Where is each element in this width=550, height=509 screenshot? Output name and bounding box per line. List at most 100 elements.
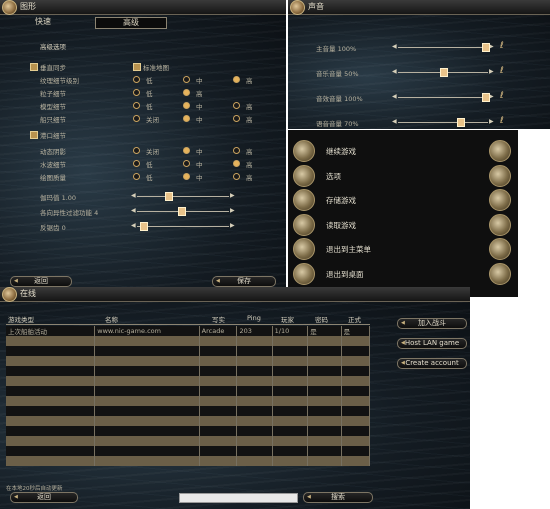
slider-track[interactable] — [137, 226, 229, 227]
slider-track[interactable] — [398, 122, 488, 123]
table-cell — [341, 456, 371, 466]
table-cell — [341, 446, 371, 456]
option-radio[interactable] — [233, 173, 240, 180]
column-header[interactable]: 名称 — [105, 314, 118, 324]
menu-item[interactable]: 退出到桌面 — [326, 269, 364, 280]
menu-item[interactable]: 退出到主菜单 — [326, 244, 371, 255]
graphics-titlebar: 图形 — [0, 0, 286, 15]
port-detail-checkbox[interactable] — [30, 131, 38, 139]
option-radio[interactable] — [183, 89, 190, 96]
table-row[interactable] — [6, 426, 371, 436]
option-radio[interactable] — [133, 160, 140, 167]
save-button[interactable]: ◀ 保存 — [212, 276, 276, 287]
option-radio[interactable] — [133, 76, 140, 83]
menu-item[interactable]: 选项 — [326, 171, 341, 182]
volume-knob[interactable] — [482, 43, 490, 52]
option-radio[interactable] — [233, 115, 240, 122]
column-header[interactable]: 密码 — [315, 314, 328, 324]
option-radio[interactable] — [183, 160, 190, 167]
table-row[interactable] — [6, 416, 371, 426]
option-radio[interactable] — [183, 173, 190, 180]
emblem-icon — [290, 0, 305, 15]
slider-left-arrow[interactable]: ◀ — [131, 207, 136, 214]
host-lan-game-button[interactable]: ◀ Host LAN game — [397, 338, 467, 349]
coin-icon — [489, 238, 511, 260]
tab-quick[interactable]: 快速 — [18, 17, 68, 27]
vsync-checkbox[interactable] — [30, 63, 38, 71]
slider-left-arrow[interactable]: ◀ — [392, 118, 397, 125]
option-radio[interactable] — [233, 76, 240, 83]
column-header[interactable]: 玩家 — [281, 314, 294, 324]
option-radio[interactable] — [133, 147, 140, 154]
option-radio[interactable] — [183, 76, 190, 83]
slider-knob[interactable] — [178, 207, 186, 216]
column-header[interactable]: 游戏类型 — [8, 314, 34, 324]
search-button[interactable]: ◀ 搜索 — [303, 492, 373, 503]
slider-left-arrow[interactable]: ◀ — [392, 93, 397, 100]
option-radio[interactable] — [183, 147, 190, 154]
slider-left-arrow[interactable]: ◀ — [392, 43, 397, 50]
menu-item[interactable]: 读取游戏 — [326, 220, 356, 231]
slider-right-arrow[interactable]: ▶ — [489, 68, 494, 75]
volume-knob[interactable] — [482, 93, 490, 102]
menu-item[interactable]: 存储游戏 — [326, 195, 356, 206]
table-cell — [6, 356, 96, 366]
slider-right-arrow[interactable]: ▶ — [489, 118, 494, 125]
column-header[interactable]: 正式 — [348, 314, 361, 324]
table-row[interactable] — [6, 396, 371, 406]
table-row[interactable] — [6, 346, 371, 356]
column-header[interactable]: Ping — [247, 314, 261, 322]
table-cell — [94, 436, 200, 446]
option-radio[interactable] — [183, 102, 190, 109]
slider-left-arrow[interactable]: ◀ — [131, 192, 136, 199]
server-list: 上次船舶活动 www.nic-game.com Arcade 203 1/10 是是 — [6, 326, 371, 466]
slider-track[interactable] — [137, 196, 229, 197]
option-radio[interactable] — [233, 147, 240, 154]
option-radio[interactable] — [183, 115, 190, 122]
table-row[interactable] — [6, 406, 371, 416]
coin-icon — [489, 164, 511, 187]
option-value: 中 — [196, 174, 203, 182]
tab-advanced[interactable]: 高级 — [95, 17, 167, 29]
slider-knob[interactable] — [140, 222, 148, 231]
table-row[interactable]: 上次船舶活动 www.nic-game.com Arcade 203 1/10 是是 — [6, 326, 371, 336]
table-cell — [236, 416, 273, 426]
slider-left-arrow[interactable]: ◀ — [131, 222, 136, 229]
slider-right-arrow[interactable]: ▶ — [230, 207, 235, 214]
table-row[interactable] — [6, 336, 371, 346]
option-radio[interactable] — [133, 102, 140, 109]
table-cell: 上次船舶活动 — [6, 326, 96, 336]
table-row[interactable] — [6, 436, 371, 446]
table-cell — [6, 396, 96, 406]
join-battle-button[interactable]: ◀ 加入战斗 — [397, 318, 467, 329]
slider-track[interactable] — [398, 97, 488, 98]
slider-left-arrow[interactable]: ◀ — [392, 68, 397, 75]
table-row[interactable] — [6, 456, 371, 466]
slider-right-arrow[interactable]: ▶ — [230, 222, 235, 229]
option-radio[interactable] — [233, 160, 240, 167]
option-radio[interactable] — [133, 89, 140, 96]
table-row[interactable] — [6, 356, 371, 366]
slider-knob[interactable] — [165, 192, 173, 201]
option-radio[interactable] — [133, 173, 140, 180]
slider-track[interactable] — [398, 47, 488, 48]
option-radio[interactable] — [233, 102, 240, 109]
table-row[interactable] — [6, 386, 371, 396]
table-row[interactable] — [6, 366, 371, 376]
search-input[interactable] — [179, 493, 298, 503]
back-button[interactable]: ◀ 返回 — [10, 492, 78, 503]
sound-title: 声音 — [308, 2, 324, 11]
menu-item[interactable]: 继续游戏 — [326, 146, 356, 157]
table-row[interactable] — [6, 376, 371, 386]
online-title: 在线 — [20, 289, 36, 298]
volume-knob[interactable] — [440, 68, 448, 77]
volume-knob[interactable] — [457, 118, 465, 127]
table-row[interactable] — [6, 446, 371, 456]
column-header[interactable]: 写实 — [212, 314, 225, 324]
slider-right-arrow[interactable]: ▶ — [230, 192, 235, 199]
table-cell — [236, 436, 273, 446]
create-account-button[interactable]: ◀ Create account — [397, 358, 467, 369]
option-radio[interactable] — [133, 115, 140, 122]
standard-map-checkbox[interactable] — [133, 63, 141, 71]
back-button[interactable]: ◀ 返回 — [10, 276, 72, 287]
